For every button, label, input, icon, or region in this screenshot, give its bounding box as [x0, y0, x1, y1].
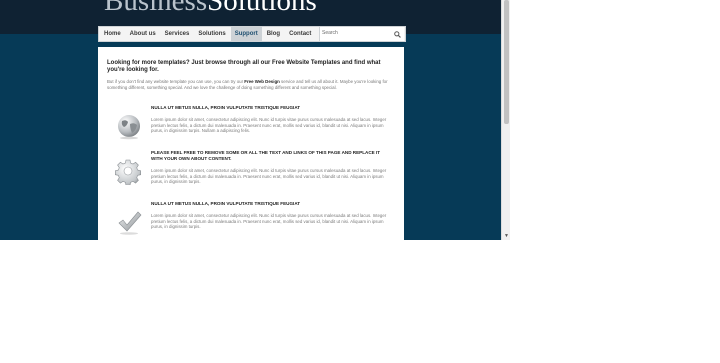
search-input[interactable] [321, 28, 388, 38]
feature-body: Lorem ipsum dolor sit amet, consectetur … [151, 213, 387, 230]
intro-paragraph: But if you don't find any website templa… [107, 79, 395, 91]
nav-item-contact[interactable]: Contact [285, 27, 315, 41]
search-icon [394, 30, 401, 38]
main-navigation: Home About us Services Solutions Support… [98, 26, 406, 42]
page-headline: Looking for more templates? Just browse … [107, 60, 381, 73]
scrollbar-thumb[interactable] [504, 0, 509, 124]
nav-item-solutions[interactable]: Solutions [194, 27, 229, 41]
feature-title: NULLA UT METUS NULLA, PROIN VULPUTATE TR… [151, 105, 301, 110]
nav-item-about-us[interactable]: About us [126, 27, 160, 41]
feature-title: PLEASE FEEL FREE TO REMOVE SOME OR ALL T… [151, 150, 381, 161]
scroll-down-arrow-icon[interactable]: ▼ [503, 232, 510, 239]
feature-title: NULLA UT METUS NULLA, PROIN VULPUTATE TR… [151, 201, 301, 206]
globe-icon [118, 115, 140, 140]
main-content-panel: Looking for more templates? Just browse … [98, 47, 404, 240]
nav-item-blog[interactable]: Blog [263, 27, 284, 41]
intro-text-before: But if you don't find any website templa… [107, 79, 245, 84]
checkmark-icon [118, 211, 142, 235]
search-box [319, 27, 404, 41]
search-button[interactable] [392, 28, 403, 40]
feature-body: Lorem ipsum dolor sit amet, consectetur … [151, 168, 387, 185]
site-logo[interactable]: BusinessSolutions [104, 0, 317, 14]
nav-item-support[interactable]: Support [230, 27, 262, 41]
logo-word-solutions: Solutions [207, 0, 317, 14]
gear-icon [115, 159, 141, 185]
feature-body: Lorem ipsum dolor sit amet, consectetur … [151, 117, 387, 134]
nav-item-services[interactable]: Services [161, 27, 194, 41]
page-scrollbar[interactable]: ▼ [501, 0, 510, 240]
logo-word-business: Business [104, 0, 207, 14]
browser-viewport: BusinessSolutions Home About us Services… [0, 0, 510, 240]
nav-item-home[interactable]: Home [100, 27, 125, 41]
free-web-design-link[interactable]: Free Web Design [244, 79, 280, 84]
